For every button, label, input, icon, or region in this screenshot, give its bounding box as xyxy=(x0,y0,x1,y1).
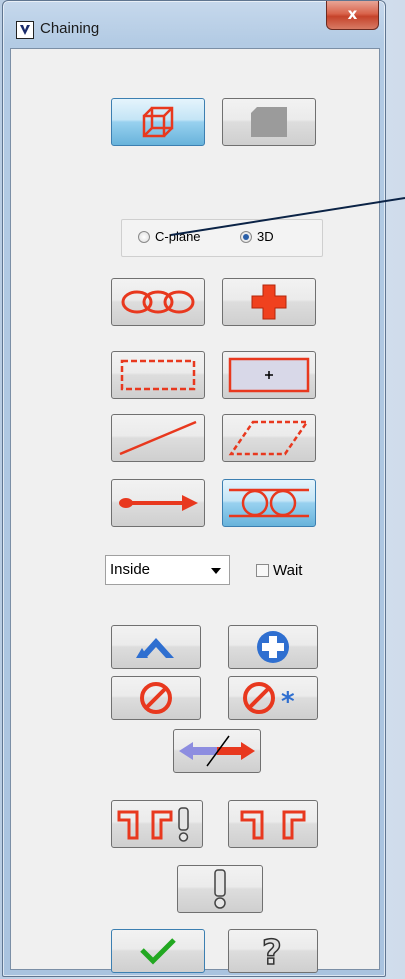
chain-button[interactable] xyxy=(111,278,205,326)
info-button[interactable] xyxy=(177,865,263,913)
plus-circle-icon xyxy=(257,631,289,663)
checkmark-icon xyxy=(140,938,176,965)
chain-options-warning-button[interactable] xyxy=(111,800,203,848)
select-all-button[interactable] xyxy=(228,625,318,669)
radio-dot-selected[interactable] xyxy=(240,230,252,243)
wireframe-cube-icon xyxy=(142,106,174,138)
radio-cplane-label: C-plane xyxy=(155,229,201,244)
reverse-button[interactable] xyxy=(173,729,261,773)
point-button[interactable] xyxy=(222,278,316,326)
info-exclamation-icon xyxy=(214,869,226,909)
back-arrow-icon xyxy=(136,638,174,658)
partial-button[interactable] xyxy=(222,479,316,527)
reverse-arrows-icon xyxy=(179,735,255,767)
question-icon: ? xyxy=(261,933,282,969)
red-cross-icon xyxy=(251,284,287,320)
svg-text:?: ? xyxy=(262,933,282,969)
window-title: Chaining xyxy=(40,20,100,37)
single-line-icon xyxy=(119,420,197,456)
radio-3d[interactable]: 3D xyxy=(240,229,274,244)
area-button[interactable] xyxy=(222,351,316,399)
svg-text:*: * xyxy=(281,687,295,716)
chevron-down-icon[interactable] xyxy=(211,568,221,574)
wait-checkbox[interactable]: Wait xyxy=(256,562,302,579)
title-bar[interactable]: Chaining x xyxy=(3,1,385,45)
wait-label: Wait xyxy=(273,562,303,579)
arrow-vector-icon xyxy=(119,495,198,511)
chain-dropdown[interactable]: Inside xyxy=(105,555,230,585)
chaining-dialog: Chaining x C-plane 3D Inside Wait * ? xyxy=(2,0,386,977)
dashed-window-icon xyxy=(120,359,196,391)
chain-options-warning-icon xyxy=(117,807,189,842)
polygon-button[interactable] xyxy=(222,414,316,462)
radio-cplane[interactable]: C-plane xyxy=(138,229,201,244)
prohibit-icon xyxy=(140,682,172,714)
solid-face-icon xyxy=(251,107,287,137)
window-button[interactable] xyxy=(111,351,205,399)
wireframe-button[interactable] xyxy=(111,98,205,146)
dashed-parallelogram-icon xyxy=(228,420,310,456)
close-button[interactable]: x xyxy=(326,1,379,30)
help-button[interactable]: ? xyxy=(228,929,318,973)
area-box-icon xyxy=(228,357,310,393)
chain-options-icon xyxy=(240,810,306,840)
solid-button[interactable] xyxy=(222,98,316,146)
chain-mode-group: C-plane 3D xyxy=(121,219,323,257)
dialog-body: C-plane 3D Inside Wait * ? xyxy=(10,48,380,973)
unselect-all-button[interactable]: * xyxy=(228,676,318,720)
checkbox-box[interactable] xyxy=(256,564,269,577)
single-button[interactable] xyxy=(111,414,205,462)
radio-dot[interactable] xyxy=(138,230,150,243)
vector-button[interactable] xyxy=(111,479,205,527)
last-button[interactable] xyxy=(111,625,201,669)
chain-options-button[interactable] xyxy=(228,800,318,848)
app-icon[interactable] xyxy=(16,21,34,39)
unselect-button[interactable] xyxy=(111,676,201,720)
ok-button[interactable] xyxy=(111,929,205,973)
prohibit-star-icon: * xyxy=(243,682,295,716)
radio-3d-label: 3D xyxy=(257,229,274,244)
chain-links-icon xyxy=(121,290,195,314)
partial-chain-icon xyxy=(229,488,309,518)
dropdown-value: Inside xyxy=(110,561,151,578)
